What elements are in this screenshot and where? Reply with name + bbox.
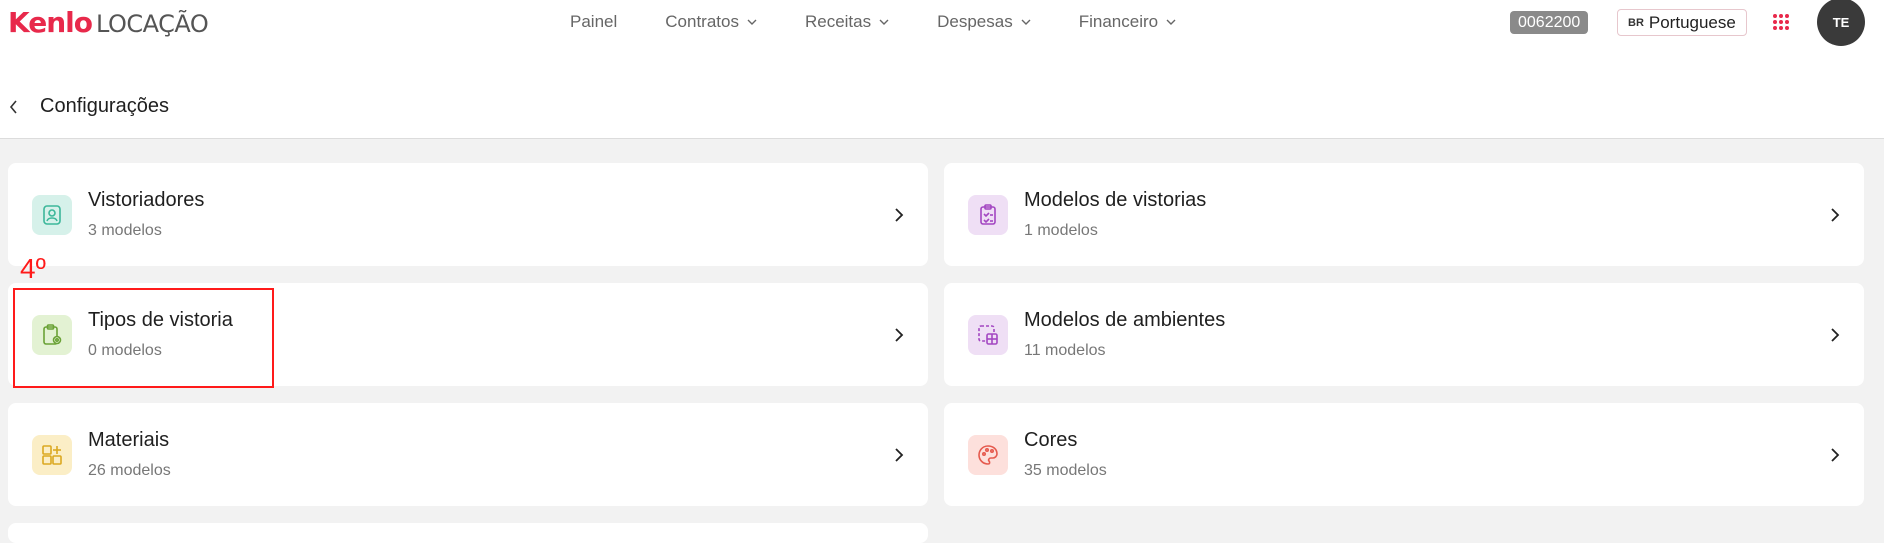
chevron-right-icon xyxy=(1831,328,1840,342)
card-title: Cores xyxy=(1024,429,1078,451)
card-materiais[interactable]: Materiais 26 modelos xyxy=(8,403,928,506)
annotation-step-label: 4º xyxy=(20,253,46,284)
language-label: Portuguese xyxy=(1648,12,1736,32)
chevron-left-icon[interactable] xyxy=(8,100,20,114)
card-title: Modelos de vistorias xyxy=(1024,189,1207,211)
palette-icon xyxy=(968,435,1008,475)
chevron-right-icon xyxy=(1831,448,1840,462)
card-modelos-de-ambientes[interactable]: Modelos de ambientes 11 modelos xyxy=(944,283,1864,386)
page-title: Configurações xyxy=(40,95,169,117)
flag-icon: BR xyxy=(1628,16,1644,29)
card-subtitle: 1 modelos xyxy=(1024,222,1098,239)
chevron-down-icon xyxy=(1021,19,1031,25)
nav-item-label: Receitas xyxy=(804,12,872,31)
room-layout-icon xyxy=(968,315,1008,355)
account-code-badge: 0062200 xyxy=(1510,11,1589,34)
nav-item-despesas[interactable]: Despesas xyxy=(937,12,1031,32)
chevron-down-icon xyxy=(879,19,889,25)
chevron-right-icon xyxy=(895,448,904,462)
nav-item-receitas[interactable]: Receitas xyxy=(805,12,889,32)
clipboard-check-icon xyxy=(968,195,1008,235)
card-partial[interactable] xyxy=(8,523,928,543)
card-subtitle: 35 modelos xyxy=(1024,462,1107,479)
card-subtitle: 3 modelos xyxy=(88,222,162,239)
card-modelos-de-vistorias[interactable]: Modelos de vistorias 1 modelos xyxy=(944,163,1864,266)
card-title: Materiais xyxy=(88,429,170,451)
nav-item-painel[interactable]: Painel xyxy=(570,12,617,32)
inspector-icon xyxy=(32,195,72,235)
nav-item-label: Despesas xyxy=(937,12,1013,31)
card-title: Vistoriadores xyxy=(88,189,205,211)
nav-item-contratos[interactable]: Contratos xyxy=(665,12,757,32)
page-header: Configurações xyxy=(0,48,1884,139)
card-subtitle: 11 modelos xyxy=(1024,342,1106,359)
chevron-down-icon xyxy=(747,19,757,25)
card-cores[interactable]: Cores 35 modelos xyxy=(944,403,1864,506)
logo-brand: Kenlo xyxy=(8,6,93,39)
logo-product: LOCAÇÃO xyxy=(95,10,209,38)
main-nav: Painel Contratos Receitas Despesas Finan… xyxy=(570,12,1224,32)
nav-item-label: Financeiro xyxy=(1078,12,1159,31)
chevron-right-icon xyxy=(895,328,904,342)
annotation-highlight-box xyxy=(13,288,274,388)
chevron-down-icon xyxy=(1166,19,1176,25)
top-bar: Kenlo LOCAÇÃO Painel Contratos Receitas … xyxy=(0,0,1884,48)
card-subtitle: 26 modelos xyxy=(88,462,171,479)
card-vistoriadores[interactable]: Vistoriadores 3 modelos xyxy=(8,163,928,266)
apps-grid-icon[interactable] xyxy=(1772,13,1790,31)
card-title: Modelos de ambientes xyxy=(1024,309,1226,331)
nav-item-financeiro[interactable]: Financeiro xyxy=(1079,12,1176,32)
materials-grid-icon xyxy=(32,435,72,475)
nav-item-label: Painel xyxy=(570,12,618,31)
kenlo-logo[interactable]: Kenlo LOCAÇÃO xyxy=(8,6,209,39)
language-selector[interactable]: BR Portuguese xyxy=(1617,9,1747,36)
chevron-right-icon xyxy=(1831,208,1840,222)
nav-item-label: Contratos xyxy=(665,12,739,31)
chevron-right-icon xyxy=(895,208,904,222)
user-avatar[interactable]: TE xyxy=(1817,0,1865,46)
